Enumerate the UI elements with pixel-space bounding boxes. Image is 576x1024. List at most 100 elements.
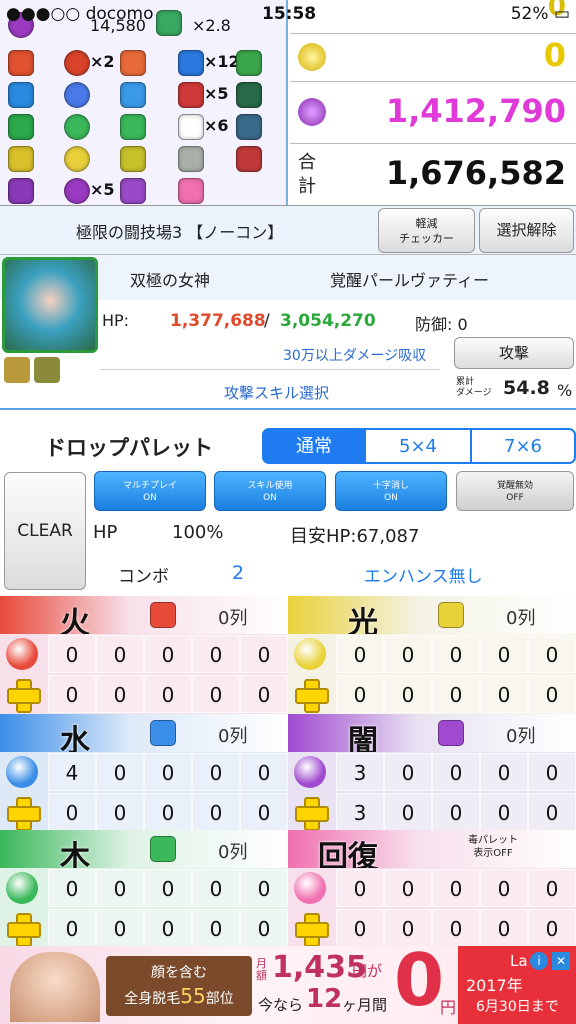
ad-info-icon[interactable]: i [530,952,548,970]
absorb-label[interactable]: 30万以上ダメージ吸収 [283,345,426,365]
count-cell[interactable]: 0 [240,675,288,713]
count-cell[interactable]: 0 [336,909,384,947]
reduce-checker-button[interactable]: 軽減 チェッカー [378,208,475,253]
count-cell[interactable]: 0 [336,635,384,673]
blind-icon[interactable] [236,114,262,140]
count-cell[interactable]: 0 [48,909,96,947]
count-cell[interactable]: 0 [432,869,480,907]
poison-palette-toggle[interactable]: 毒パレット 表示OFF [468,834,518,860]
orb-change-icon[interactable] [178,50,204,76]
attr-skill-icon[interactable] [150,602,176,628]
count-cell[interactable]: 0 [96,635,144,673]
count-cell[interactable]: 0 [192,909,240,947]
count-cell[interactable]: 0 [144,675,192,713]
light-orb-icon[interactable] [64,146,90,172]
water-orb-icon[interactable] [64,82,90,108]
water-shield-icon[interactable] [120,82,146,108]
orb-swap-icon[interactable] [178,82,204,108]
count-cell[interactable]: 0 [480,635,528,673]
count-cell[interactable]: 0 [192,635,240,673]
ad-banner[interactable]: 顔を含む 全身脱毛55部位 月額 1,435 円が 今なら 12 ヶ月間 0 円… [0,938,576,1024]
count-cell[interactable]: 3 [336,793,384,831]
count-cell[interactable]: 0 [96,909,144,947]
monster-portrait[interactable] [2,257,98,353]
count-cell[interactable]: 0 [336,675,384,713]
wood-skill-icon[interactable] [8,114,34,140]
ad-close-icon[interactable]: ✕ [552,952,570,970]
count-cell[interactable]: 0 [384,869,432,907]
wood-orb-icon[interactable] [64,114,90,140]
combo-icon[interactable] [236,50,262,76]
clear-button[interactable]: CLEAR [4,472,86,590]
count-cell[interactable]: 0 [240,753,288,791]
count-cell[interactable]: 0 [480,793,528,831]
combo-value[interactable]: 2 [232,562,244,584]
count-cell[interactable]: 4 [48,753,96,791]
count-cell[interactable]: 0 [480,909,528,947]
count-cell[interactable]: 0 [48,635,96,673]
cross-clear-toggle[interactable]: 十字消し ON [335,471,447,511]
enhance-label[interactable]: エンハンス無し [364,562,483,587]
count-cell[interactable]: 0 [48,869,96,907]
count-cell[interactable]: 0 [480,753,528,791]
count-cell[interactable]: 0 [432,635,480,673]
attr-skill-icon[interactable] [438,602,464,628]
count-cell[interactable]: 0 [192,869,240,907]
row-count[interactable]: 0列 [218,838,247,864]
count-cell[interactable]: 0 [528,909,576,947]
water-skill-icon[interactable] [8,82,34,108]
count-cell[interactable]: 0 [96,753,144,791]
heart-break-icon[interactable] [236,146,262,172]
count-cell[interactable]: 0 [96,793,144,831]
count-cell[interactable]: 0 [528,675,576,713]
deselect-button[interactable]: 選択解除 [479,208,574,253]
cross-icon[interactable] [178,146,204,172]
tab-5x4[interactable]: 5×4 [364,428,472,464]
wood-shield-icon[interactable] [120,114,146,140]
awaken-disable-toggle[interactable]: 覚醒無効 OFF [456,471,574,511]
row-count[interactable]: 0列 [506,722,535,748]
row-count[interactable]: 0列 [218,722,247,748]
multiplay-toggle[interactable]: マルチプレイ ON [94,471,206,511]
count-cell[interactable]: 0 [432,753,480,791]
count-cell[interactable]: 0 [144,793,192,831]
attack-skill-select[interactable]: 攻撃スキル選択 [224,382,329,403]
count-cell[interactable]: 0 [96,869,144,907]
count-cell[interactable]: 0 [432,675,480,713]
count-cell[interactable]: 0 [144,909,192,947]
fire-skill-icon[interactable] [8,50,34,76]
tab-7x6[interactable]: 7×6 [470,428,576,464]
count-cell[interactable]: 0 [48,793,96,831]
dark-shield-icon[interactable] [120,178,146,204]
attr-skill-icon[interactable] [150,836,176,862]
count-cell[interactable]: 0 [48,675,96,713]
count-cell[interactable]: 0 [144,753,192,791]
count-cell[interactable]: 0 [384,635,432,673]
count-cell[interactable]: 0 [240,635,288,673]
count-cell[interactable]: 0 [144,635,192,673]
count-cell[interactable]: 0 [240,909,288,947]
count-cell[interactable]: 0 [384,675,432,713]
dark-orb-icon[interactable] [64,178,90,204]
count-cell[interactable]: 0 [384,793,432,831]
light-skill-icon[interactable] [8,146,34,172]
attack-button[interactable]: 攻撃 [454,337,574,369]
hand-icon[interactable] [178,114,204,140]
count-cell[interactable]: 0 [528,869,576,907]
row-count[interactable]: 0列 [506,604,535,630]
count-cell[interactable]: 0 [192,675,240,713]
count-cell[interactable]: 0 [528,753,576,791]
count-cell[interactable]: 0 [528,635,576,673]
skill-use-toggle[interactable]: スキル使用 ON [214,471,326,511]
count-cell[interactable]: 0 [528,793,576,831]
row-count[interactable]: 0列 [218,604,247,630]
heal-orb-icon[interactable] [178,178,204,204]
count-cell[interactable]: 3 [336,753,384,791]
count-cell[interactable]: 0 [432,793,480,831]
dark-skill-icon[interactable] [8,178,34,204]
fire-orb-icon[interactable] [64,50,90,76]
count-cell[interactable]: 0 [192,793,240,831]
count-cell[interactable]: 0 [480,675,528,713]
count-cell[interactable]: 0 [336,869,384,907]
fire-shield-icon[interactable] [120,50,146,76]
